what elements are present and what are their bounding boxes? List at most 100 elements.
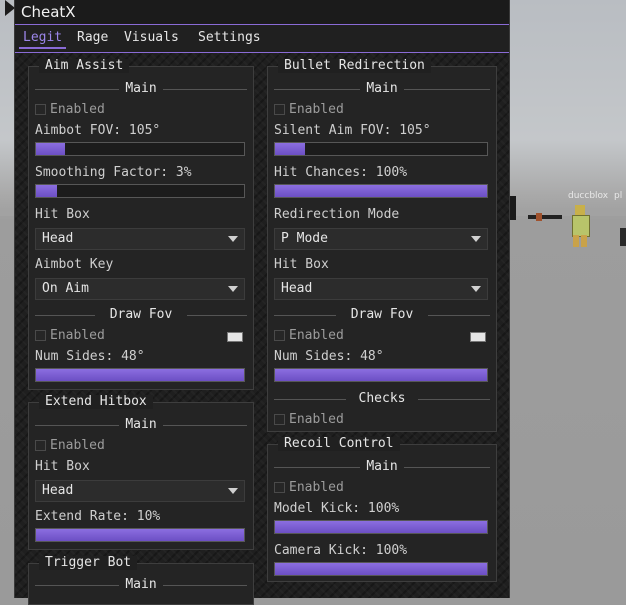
checkbox-label: Enabled — [50, 438, 105, 453]
window-corner — [5, 0, 15, 16]
tab-settings[interactable]: Settings — [194, 30, 265, 45]
hitbox-label: Hit Box — [274, 257, 329, 272]
hitbox-dropdown[interactable]: Head — [274, 278, 488, 300]
checkbox-box[interactable] — [274, 104, 285, 115]
section-header: Main — [35, 417, 247, 433]
fov-color-swatch[interactable] — [227, 332, 243, 342]
chevron-down-icon — [228, 286, 238, 292]
hitbox-dropdown[interactable]: Head — [35, 480, 245, 502]
num-sides-slider[interactable] — [35, 368, 245, 382]
num-sides-label: Num Sides: 48° — [274, 349, 384, 364]
cheat-menu-window: CheatX Legit Rage Visuals Settings Aim A… — [5, 0, 510, 605]
checkbox-box[interactable] — [274, 414, 285, 425]
group-title: Extend Hitbox — [39, 395, 153, 409]
hit-chances-slider[interactable] — [274, 184, 488, 198]
player-character — [570, 205, 590, 247]
checkbox-label: Enabled — [289, 328, 344, 343]
slider-fill — [36, 143, 66, 155]
recoil-control-group: Recoil Control Main Enabled Model Kick: … — [267, 437, 497, 582]
checkbox-box[interactable] — [274, 330, 285, 341]
dropdown-value: P Mode — [281, 231, 328, 246]
section-header: Main — [35, 577, 247, 593]
section-header: Checks — [274, 391, 490, 407]
section-title: Draw Fov — [350, 307, 414, 322]
silent-aim-fov-slider[interactable] — [274, 142, 488, 156]
bullet-redirection-group: Bullet Redirection Main Enabled Silent A… — [267, 59, 497, 432]
slider-fill — [275, 563, 487, 575]
model-kick-label: Model Kick: 100% — [274, 501, 400, 516]
section-title: Main — [125, 417, 157, 432]
tab-rage[interactable]: Rage — [73, 30, 112, 45]
silent-aim-fov-label: Silent Aim FOV: 105° — [274, 123, 431, 138]
model-kick-slider[interactable] — [274, 520, 488, 534]
section-title: Checks — [358, 391, 406, 406]
tab-bar: Legit Rage Visuals Settings — [15, 26, 509, 53]
dropdown-value: Head — [42, 483, 74, 498]
section-header: Draw Fov — [35, 307, 247, 323]
player-nametag: pl — [614, 191, 623, 201]
camera-kick-slider[interactable] — [274, 562, 488, 576]
checkbox-label: Enabled — [50, 328, 105, 343]
section-title: Main — [366, 81, 398, 96]
aimbot-key-dropdown[interactable]: On Aim — [35, 278, 245, 300]
trigger-bot-group: Trigger Bot Main — [28, 556, 254, 605]
title-bar[interactable]: CheatX — [15, 0, 509, 25]
redirection-mode-dropdown[interactable]: P Mode — [274, 228, 488, 250]
checkbox-label: Enabled — [289, 412, 344, 427]
dropdown-value: Head — [42, 231, 74, 246]
slider-fill — [36, 369, 244, 381]
aimbot-fov-slider[interactable] — [35, 142, 245, 156]
character-part — [620, 228, 626, 246]
tab-content: Aim Assist Main Enabled Aimbot FOV: 105°… — [15, 53, 509, 605]
slider-fill — [275, 185, 487, 197]
extend-hitbox-group: Extend Hitbox Main Enabled Hit Box Head … — [28, 395, 254, 550]
player-nametag: duccblox — [568, 191, 609, 201]
hit-chances-label: Hit Chances: 100% — [274, 165, 408, 180]
num-sides-label: Num Sides: 48° — [35, 349, 145, 364]
camera-kick-label: Camera Kick: 100% — [274, 543, 408, 558]
group-title: Trigger Bot — [39, 556, 138, 570]
fov-color-swatch[interactable] — [470, 332, 486, 342]
smoothing-slider[interactable] — [35, 184, 245, 198]
hitbox-label: Hit Box — [35, 207, 90, 222]
section-header: Main — [274, 81, 490, 97]
num-sides-slider[interactable] — [274, 368, 488, 382]
hitbox-dropdown[interactable]: Head — [35, 228, 245, 250]
group-title: Bullet Redirection — [278, 59, 431, 73]
chevron-down-icon — [228, 236, 238, 242]
slider-fill — [275, 369, 487, 381]
checkbox-label: Enabled — [50, 102, 105, 117]
checkbox-box[interactable] — [35, 330, 46, 341]
checkbox-box[interactable] — [35, 440, 46, 451]
section-header: Main — [274, 459, 490, 475]
slider-fill — [36, 185, 57, 197]
section-header: Draw Fov — [274, 307, 490, 323]
smoothing-label: Smoothing Factor: 3% — [35, 165, 192, 180]
tab-visuals[interactable]: Visuals — [120, 30, 183, 45]
redirection-mode-label: Redirection Mode — [274, 207, 400, 222]
extend-rate-label: Extend Rate: 10% — [35, 509, 161, 524]
checkbox-box[interactable] — [35, 104, 46, 115]
section-title: Main — [125, 577, 157, 592]
dropdown-value: On Aim — [42, 281, 89, 296]
group-title: Aim Assist — [39, 59, 130, 73]
window-title: CheatX — [21, 3, 76, 21]
slider-fill — [275, 143, 305, 155]
aim-assist-group: Aim Assist Main Enabled Aimbot FOV: 105°… — [28, 59, 254, 390]
slider-fill — [36, 529, 244, 541]
checkbox-label: Enabled — [289, 480, 344, 495]
section-title: Main — [125, 81, 157, 96]
aimbot-fov-label: Aimbot FOV: 105° — [35, 123, 161, 138]
slider-fill — [275, 521, 487, 533]
aimbot-key-label: Aimbot Key — [35, 257, 114, 272]
group-title: Recoil Control — [278, 437, 400, 451]
section-title: Draw Fov — [109, 307, 173, 322]
chevron-down-icon — [228, 488, 238, 494]
checkbox-label: Enabled — [289, 102, 344, 117]
checkbox-box[interactable] — [274, 482, 285, 493]
tab-legit[interactable]: Legit — [19, 30, 67, 49]
hitbox-label: Hit Box — [35, 459, 90, 474]
section-title: Main — [366, 459, 398, 474]
extend-rate-slider[interactable] — [35, 528, 245, 542]
chevron-down-icon — [471, 286, 481, 292]
